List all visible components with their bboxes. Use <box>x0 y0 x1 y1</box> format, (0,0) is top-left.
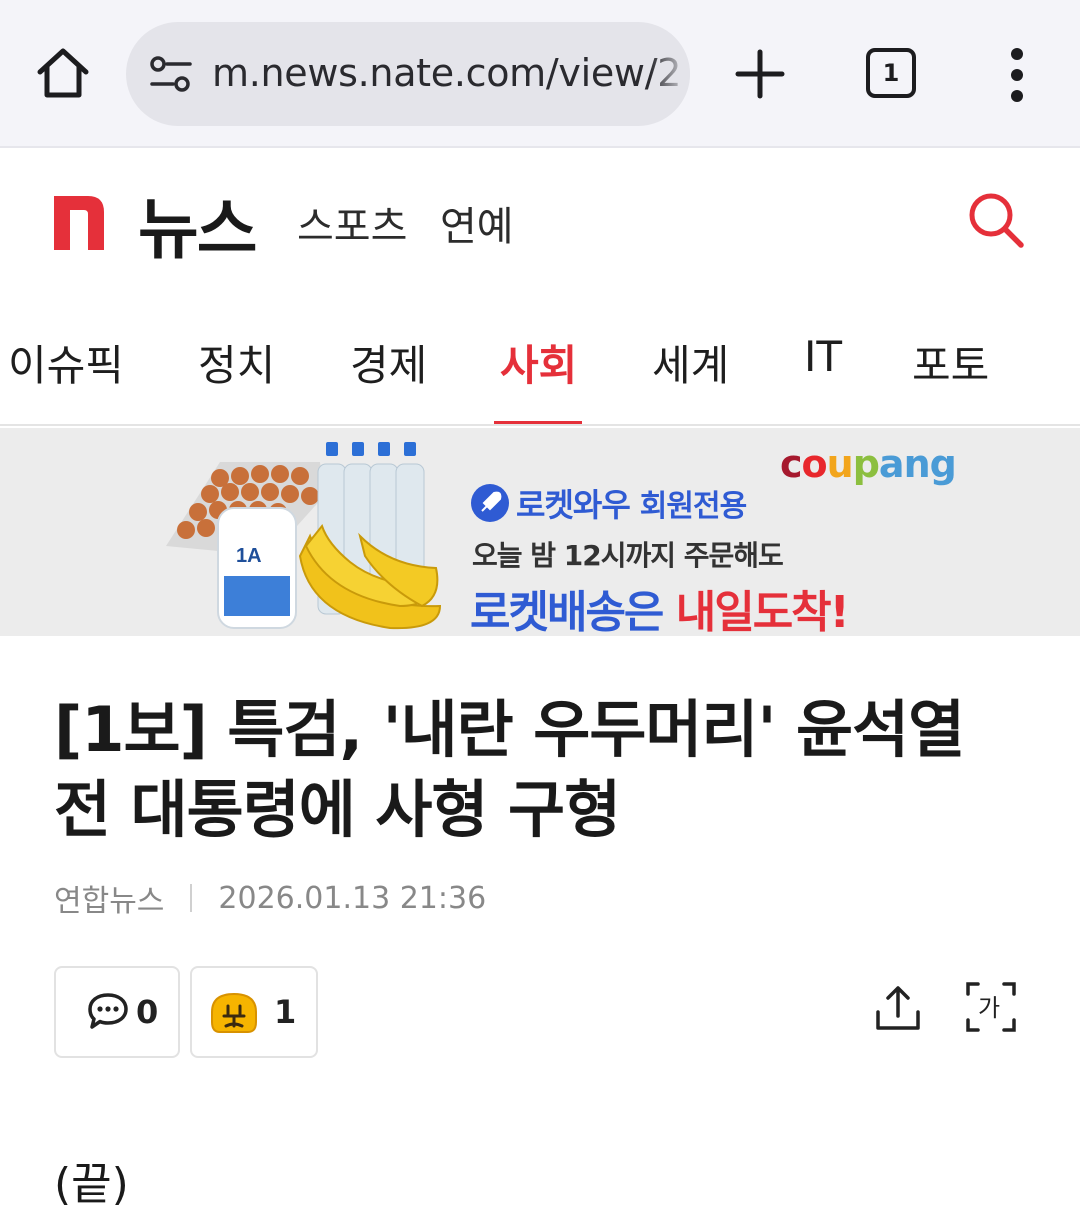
tab-society[interactable]: 사회 <box>500 332 577 393</box>
active-tab-indicator <box>494 421 582 424</box>
ad-line2-blue: 로켓배송은 <box>470 587 664 636</box>
header-link-sports[interactable]: 스포츠 <box>297 194 407 252</box>
url-fade <box>650 22 690 126</box>
svg-text:가: 가 <box>978 994 1000 1022</box>
ad-badge-sub: 회원전용 <box>639 489 747 524</box>
article-datetime: 2026.01.13 21:36 <box>218 880 487 916</box>
address-bar[interactable]: m.news.nate.com/view/2 <box>126 22 690 126</box>
header-link-entertainment[interactable]: 연예 <box>440 194 514 252</box>
url-text: m.news.nate.com/view/2 <box>212 51 682 95</box>
tab-economy[interactable]: 경제 <box>350 332 427 393</box>
ad-line2: 로켓배송은 내일도착! <box>470 576 850 636</box>
article-source[interactable]: 연합뉴스 <box>54 876 164 920</box>
site-settings-icon[interactable] <box>148 56 194 92</box>
comment-button[interactable]: 0 <box>54 966 180 1058</box>
grocery-products-image: 1A <box>166 442 442 630</box>
comment-count: 0 <box>136 993 159 1031</box>
article-meta: 연합뉴스 2026.01.13 21:36 <box>54 876 487 920</box>
reaction-count: 1 <box>274 993 297 1031</box>
tab-issue-pick[interactable]: 이슈픽 <box>8 332 124 393</box>
angry-face-icon <box>211 992 257 1033</box>
ad-banner[interactable]: 1A coupang coupang 로켓와우 회원전용 오늘 밤 12시까지 … <box>0 428 1080 636</box>
tab-world[interactable]: 세계 <box>652 332 729 393</box>
tab-photo[interactable]: 포토 <box>912 332 989 393</box>
tab-switcher-icon[interactable]: 1 <box>866 48 916 98</box>
ad-line2-red: 내일도착! <box>675 587 850 636</box>
tab-it[interactable]: IT <box>804 332 842 381</box>
logo-text[interactable]: 뉴스 <box>138 176 257 272</box>
tab-politics[interactable]: 정치 <box>198 332 275 393</box>
search-icon[interactable] <box>966 190 1026 250</box>
ad-badge: 로켓와우 <box>516 486 631 524</box>
nate-logo-icon[interactable] <box>50 192 108 250</box>
article-headline: [1보] 특검, '내란 우두머리' 윤석열 전 대통령에 사형 구형 <box>54 693 965 846</box>
font-size-icon[interactable]: 가 <box>964 980 1018 1034</box>
ad-product-label: 1A <box>236 545 262 567</box>
category-nav: 이슈픽 정치 경제 사회 세계 IT 포토 <box>0 300 1080 426</box>
plus-icon[interactable] <box>734 48 786 100</box>
ad-rocket-wow: 로켓와우 회원전용 <box>470 480 747 526</box>
site-header: 뉴스 스포츠 연예 <box>0 150 1080 300</box>
reaction-button[interactable]: 1 <box>190 966 318 1058</box>
meta-divider <box>190 884 193 912</box>
browser-toolbar: m.news.nate.com/view/2 1 <box>0 0 1080 148</box>
home-icon[interactable] <box>32 42 94 104</box>
share-icon[interactable] <box>872 982 924 1034</box>
article-end-mark: (끝) <box>54 1159 129 1210</box>
more-vert-icon[interactable] <box>1002 48 1032 102</box>
tab-count: 1 <box>882 59 900 87</box>
ad-brand-logo: coupang coupang <box>780 442 957 486</box>
comment-icon <box>88 993 128 1029</box>
ad-line1: 오늘 밤 12시까지 주문해도 <box>472 539 784 572</box>
rocket-icon <box>471 484 509 522</box>
